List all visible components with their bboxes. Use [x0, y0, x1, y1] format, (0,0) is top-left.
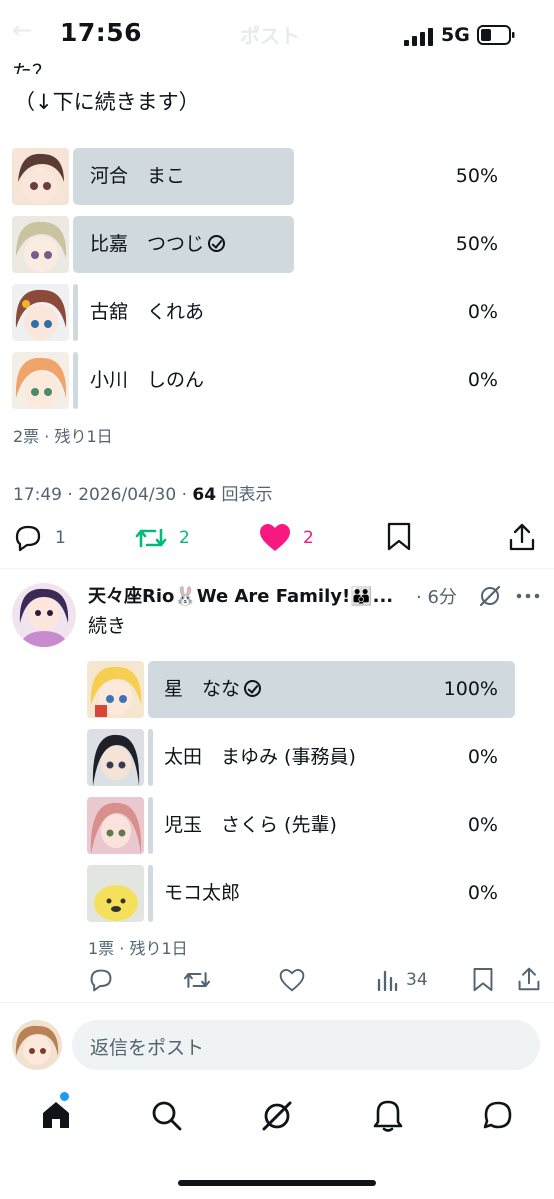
more-dots-icon — [516, 593, 540, 599]
grok-button[interactable] — [478, 584, 502, 608]
poll-option-percent: 0% — [467, 882, 498, 904]
share-icon — [509, 523, 535, 551]
poll-option-label-text: 比嘉 つつじ — [90, 233, 205, 255]
tab-search[interactable] — [151, 1100, 183, 1132]
more-button[interactable] — [516, 593, 540, 599]
option-avatar — [87, 729, 144, 786]
reply-count: 1 — [55, 528, 66, 548]
tab-grok[interactable] — [260, 1099, 294, 1133]
tab-home[interactable] — [41, 1100, 71, 1130]
option-avatar — [12, 352, 69, 409]
option-avatar — [87, 865, 144, 922]
option-avatar — [12, 216, 69, 273]
tab-notifications[interactable] — [373, 1098, 403, 1132]
home-icon — [43, 1102, 69, 1128]
battery-icon — [477, 25, 515, 45]
poll-option-percent: 0% — [467, 814, 498, 836]
signal-icon — [404, 28, 433, 46]
share-button[interactable] — [517, 966, 541, 992]
notification-dot — [60, 1092, 69, 1101]
home-indicator — [178, 1180, 376, 1186]
poll-option-percent: 100% — [443, 678, 498, 700]
views-count: 34 — [406, 970, 428, 990]
reply-button[interactable] — [88, 968, 114, 992]
poll-option-label-text: 星 なな — [164, 678, 241, 700]
repost-count: 2 — [179, 528, 190, 548]
reply-placeholder: 返信をポスト — [90, 1037, 205, 1059]
analytics-icon — [377, 970, 398, 992]
option-avatar — [87, 661, 144, 718]
poll-option-bar — [73, 284, 78, 341]
page-title: ポスト — [240, 24, 300, 48]
poll-summary: 1票 · 残り1日 — [88, 939, 188, 958]
poll-option-percent: 0% — [467, 301, 498, 323]
option-avatar — [12, 284, 69, 341]
bookmark-button[interactable] — [386, 522, 412, 552]
post-time-ago: · 6分 — [416, 587, 457, 608]
poll-option-label: 比嘉 つつじ — [90, 216, 226, 273]
heart-outline-icon — [279, 969, 305, 992]
selected-check-icon — [244, 680, 262, 697]
poll-option-percent: 0% — [467, 369, 498, 391]
grok-icon — [262, 1101, 292, 1131]
reply-icon — [15, 525, 41, 552]
option-avatar — [12, 148, 69, 205]
grok-icon — [479, 585, 501, 607]
status-time: 17:56 — [60, 18, 143, 47]
poll-option-label: 児玉 さくら (先輩) — [164, 814, 337, 836]
repost-button[interactable] — [135, 524, 167, 552]
repost-icon — [135, 528, 167, 548]
author-name[interactable]: 天々座Rio🐰We Are Family!👪... — [88, 582, 413, 608]
messages-icon — [483, 1101, 512, 1129]
poll-option-bar — [73, 352, 78, 409]
like-count: 2 — [303, 528, 314, 548]
repost-button[interactable] — [183, 968, 211, 992]
option-avatar — [87, 797, 144, 854]
poll-option-label: 河合 まこ — [90, 165, 186, 187]
share-icon — [518, 967, 540, 991]
author-avatar[interactable] — [12, 583, 76, 647]
selected-check-icon — [208, 235, 226, 252]
post-timestamp: 17:49 · 2026/04/30 · 64 回表示 — [13, 480, 272, 505]
reply-button[interactable] — [13, 524, 43, 552]
views-count: 64 — [192, 485, 217, 505]
timestamp-text: 17:49 · 2026/04/30 · — [13, 485, 193, 505]
like-button[interactable] — [259, 524, 291, 552]
bell-icon — [373, 1100, 403, 1132]
tab-messages[interactable] — [482, 1099, 514, 1131]
divider — [0, 1002, 554, 1003]
network-label: 5G — [441, 24, 470, 46]
poll-option-label: 太田 まゆみ (事務員) — [164, 746, 356, 768]
reply-icon — [90, 969, 112, 992]
views-button[interactable] — [376, 968, 398, 992]
repost-icon — [183, 972, 211, 988]
back-arrow-icon[interactable]: ← — [12, 16, 32, 44]
heart-icon — [260, 524, 290, 551]
poll-option-bar — [148, 865, 153, 922]
share-button[interactable] — [508, 522, 536, 552]
views-label: 回表示 — [216, 485, 273, 505]
divider — [0, 568, 554, 569]
poll-option-percent: 50% — [455, 233, 498, 255]
poll-option-percent: 50% — [455, 165, 498, 187]
poll-option-label: 古舘 くれあ — [90, 301, 205, 323]
poll-option-bar — [148, 797, 153, 854]
poll-option-label: 小川 しのん — [90, 369, 205, 391]
bookmark-icon — [387, 522, 411, 551]
poll-option-bar — [148, 729, 153, 786]
poll-option-percent: 0% — [467, 746, 498, 768]
bookmark-icon — [473, 968, 493, 992]
bookmark-button[interactable] — [472, 967, 494, 993]
poll-option-label: 星 なな — [164, 661, 262, 718]
my-avatar[interactable] — [12, 1020, 62, 1070]
post-text-fragment: た？ — [12, 60, 52, 74]
post-text-continue: （↓下に続きます） — [14, 90, 200, 114]
post-text: 続き — [88, 615, 127, 637]
poll-summary: 2票 · 残り1日 — [13, 427, 113, 446]
search-icon — [152, 1101, 182, 1131]
like-button[interactable] — [279, 969, 305, 992]
poll-option-label: モコ太郎 — [164, 882, 241, 904]
